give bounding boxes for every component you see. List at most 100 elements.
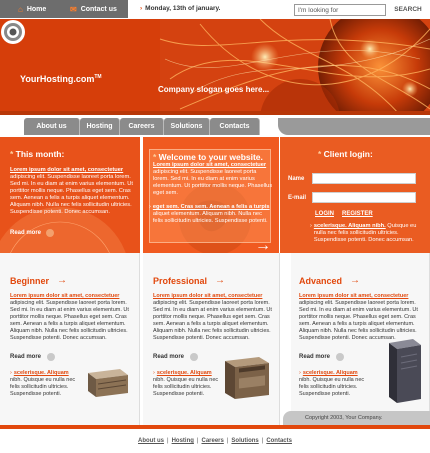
nav-careers[interactable]: Careers [120,118,164,135]
nav-contacts[interactable]: Contacts [210,118,260,135]
search-button[interactable]: SEARCH [390,4,426,16]
plan-body: adipiscing elit. Suspendisse laoreet por… [10,300,129,341]
feature-band: * This month: Lorem ipsum dolor sit amet… [0,137,430,253]
client-login-title: * Client login: [318,149,373,159]
read-more-label: Read more [153,354,185,360]
separator: | [196,438,199,444]
welcome-text: Lorem ipsum dolor sit amet, consectetuer… [153,162,273,197]
logo-tm: TM [94,74,102,80]
nav-solutions[interactable]: Solutions [164,118,210,135]
plan-read-more[interactable]: Read more [153,353,199,361]
date-text: Monday, 13th of january. [145,5,221,12]
this-month-text: Lorem ipsum dolor sit amet, consectetuer… [10,167,134,216]
circle-arrow-icon [47,353,56,361]
separator: | [167,438,169,444]
plan-description: Lorem ipsum dolor sit amet, consectetuer… [10,293,132,342]
plan-bullet: › scelerisque. Aliquam nibh. Quisque eu n… [299,370,371,398]
date-display: › Monday, 13th of january. [140,0,220,18]
logo-text[interactable]: YourHosting.comTM [20,74,102,84]
company-slogan: Company slogan goes here... [158,85,270,94]
nav-about-us[interactable]: About us [24,118,80,135]
login-bullet: › scelerisque. Aliquam nibh. Quisque eu … [310,223,422,244]
plan-card-professional: Professional → Lorem ipsum dolor sit amet… [143,253,280,425]
header-graphic [0,19,430,115]
welcome-bullet-1-body: aliquet elementum. Aliquam nibh. Nulla n… [152,211,268,224]
home-link[interactable]: ⌂ Home [18,5,60,14]
top-nav: ⌂ Home ✉ Contact us [0,0,128,18]
arrow-right-icon: › [153,370,155,376]
plan-bullet: › scelerisque. Aliquam nibh. Quisque eu n… [153,370,225,398]
plan-title: Beginner → [10,275,67,286]
this-month-body: adipiscing elit. Suspendisse laoreet por… [10,174,133,215]
plan-read-more[interactable]: Read more [10,353,56,361]
house-icon: ⌂ [18,4,23,14]
search-input[interactable] [294,4,386,16]
arrow-right-icon: › [299,370,301,376]
plan-bullet-lead[interactable]: scelerisque. Aliquam [14,370,69,376]
plan-body: adipiscing elit. Suspendisse laoreet por… [153,300,272,341]
name-field[interactable] [312,173,416,184]
plan-bullet-lead[interactable]: scelerisque. Aliquam [157,370,212,376]
separator: | [261,438,264,444]
login-links: LOGIN REGISTER [315,211,416,217]
footer-link-careers[interactable]: Careers [201,438,223,444]
plan-bullet-lead[interactable]: scelerisque. Aliquam [303,370,358,376]
plan-bullet-body: nibh. Quisque eu nulla nec felis sollici… [153,377,219,397]
plan-lead[interactable]: Lorem ipsum dolor sit amet, consectetuer [10,293,119,299]
contact-link[interactable]: ✉ Contact us [70,5,117,14]
arrow-right-icon: › [310,223,312,229]
name-row: Name [288,173,416,184]
welcome-body: adipiscing elit. Suspendisse laoreet por… [153,169,273,196]
plan-bullet-body: nibh. Quisque eu nulla nec felis sollici… [299,377,365,397]
email-field[interactable] [312,192,416,203]
welcome-title-text: Welcome to your website. [158,152,263,162]
circle-arrow-icon [46,229,55,237]
circle-arrow-icon [336,353,345,361]
plan-bullet: › scelerisque. Aliquam nibh. Quisque eu n… [10,370,82,398]
plan-lead[interactable]: Lorem ipsum dolor sit amet, consectetuer [153,293,262,299]
footer-link-hosting[interactable]: Hosting [172,438,194,444]
nav-decoration [278,118,430,135]
welcome-lead[interactable]: Lorem ipsum dolor sit amet, consectetuer [153,162,266,168]
footer-link-contacts[interactable]: Contacts [266,438,292,444]
plan-title: Professional → [153,275,225,286]
read-more-label: Read more [299,354,331,360]
register-link[interactable]: REGISTER [342,211,373,217]
nav-hosting[interactable]: Hosting [80,118,120,135]
email-row: E-mail [288,192,416,203]
welcome-bullet-1: › eget sem. Cras sem. Aenean a felis a t… [149,204,273,225]
login-form: Name E-mail LOGIN REGISTER [288,173,416,217]
footer-link-solutions[interactable]: Solutions [231,438,258,444]
plans-section: Beginner → Lorem ipsum dolor sit amet, co… [0,253,430,425]
big-arrow-icon[interactable]: → [255,237,271,253]
plan-read-more[interactable]: Read more [299,353,345,361]
welcome-panel: * Welcome to your website. Lorem ipsum d… [143,137,279,253]
plan-lead[interactable]: Lorem ipsum dolor sit amet, consectetuer [299,293,408,299]
copyright: Copyright 2003, Your Company. [283,411,430,425]
login-bullet-lead[interactable]: scelerisque. Aliquam nibh. [314,223,386,229]
plan-card-beginner: Beginner → Lorem ipsum dolor sit amet, co… [0,253,140,425]
plan-title-text: Beginner [10,275,50,286]
separator: | [226,438,229,444]
logo-name: YourHosting.com [20,74,95,84]
this-month-panel: * This month: Lorem ipsum dolor sit amet… [0,137,140,253]
arrow-right-icon: › [10,370,12,376]
footer-link-about-us[interactable]: About us [138,438,164,444]
this-month-lead[interactable]: Lorem ipsum dolor sit amet, consectetuer [10,167,123,173]
footer-links: About us | Hosting | Careers | Solutions… [0,429,430,453]
circle-arrow-icon [190,353,199,361]
plan-description: Lorem ipsum dolor sit amet, consectetuer… [299,293,421,342]
envelope-icon: ✉ [70,4,77,14]
page: ⌂ Home ✉ Contact us › Monday, 13th of jan… [0,0,430,453]
ring-logo-icon [1,20,25,44]
plan-body: adipiscing elit. Suspendisse laoreet por… [299,300,418,341]
top-bar: ⌂ Home ✉ Contact us › Monday, 13th of jan… [0,0,430,20]
welcome-bullet-1-lead[interactable]: eget sem. Cras sem. Aenean a felis a tur… [153,204,270,210]
nav-tabs: About us Hosting Careers Solutions Conta… [24,118,280,135]
name-label: Name [288,175,305,182]
arrow-right-icon: → [215,275,226,286]
read-more-label: Read more [10,354,42,360]
arrow-right-icon: › [140,5,143,12]
this-month-read-more[interactable]: Read more [10,229,55,237]
login-link[interactable]: LOGIN [315,211,334,217]
